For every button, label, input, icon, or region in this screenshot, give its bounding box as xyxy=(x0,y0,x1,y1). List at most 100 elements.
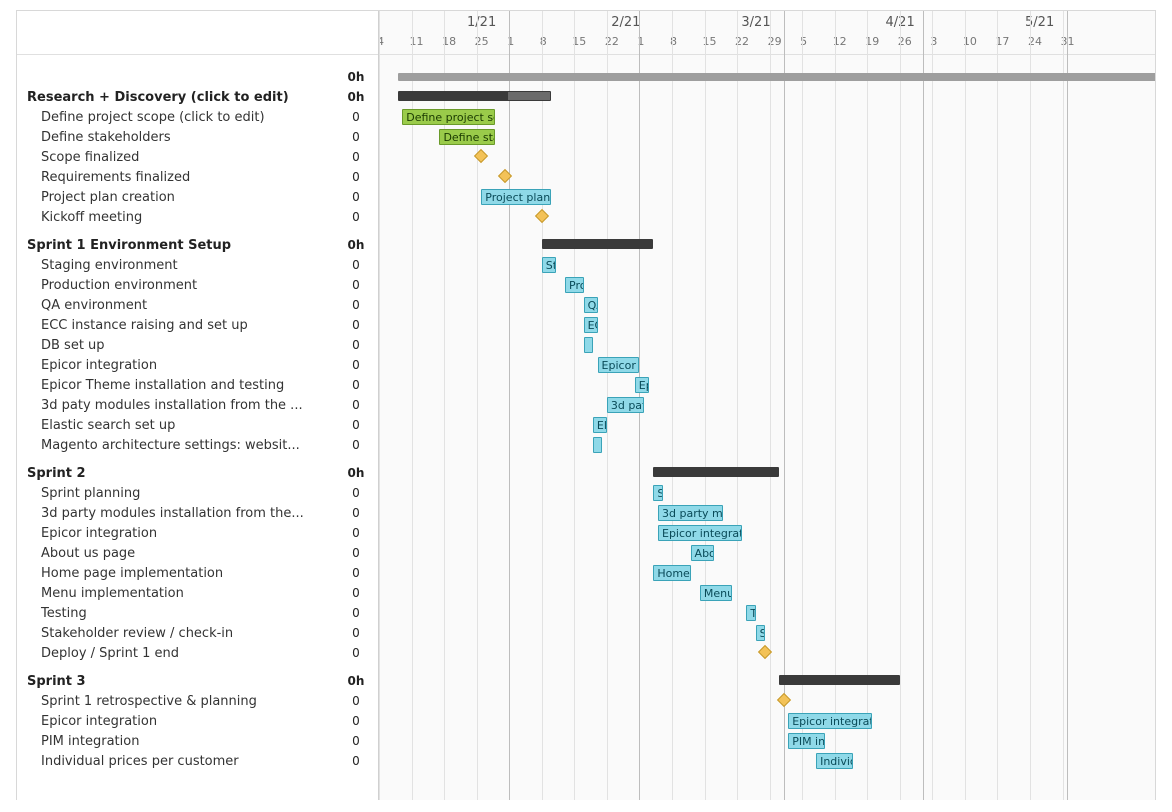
task-row[interactable]: DB set up0 xyxy=(17,335,378,355)
task-row[interactable]: Staging environment0 xyxy=(17,255,378,275)
task-row[interactable]: Scope finalized0 xyxy=(17,147,378,167)
timeline-panel[interactable]: 1/212/213/214/215/216/214111825181522181… xyxy=(379,11,1155,800)
task-bar[interactable]: Pro xyxy=(565,277,584,293)
task-row[interactable]: Define project scope (click to edit)0 xyxy=(17,107,378,127)
task-label[interactable]: Stakeholder review / check-in xyxy=(27,626,334,641)
task-row[interactable]: Elastic search set up0 xyxy=(17,415,378,435)
task-bar[interactable]: Define project scope ( xyxy=(402,109,495,125)
task-row[interactable]: Production environment0 xyxy=(17,275,378,295)
group-row[interactable]: 0h xyxy=(17,67,378,87)
task-bar[interactable]: Epicor integration xyxy=(658,525,742,541)
task-label[interactable]: Sprint 1 retrospective & planning xyxy=(27,694,334,709)
task-label[interactable]: Define project scope (click to edit) xyxy=(27,110,334,125)
task-label[interactable]: Kickoff meeting xyxy=(27,210,334,225)
task-row[interactable]: Kickoff meeting0 xyxy=(17,207,378,227)
milestone-icon[interactable] xyxy=(758,645,772,659)
task-label[interactable]: Production environment xyxy=(27,278,334,293)
task-bar[interactable]: Ep xyxy=(635,377,649,393)
task-row[interactable]: Project plan creation0 xyxy=(17,187,378,207)
task-row[interactable]: Magento architecture settings: websit...… xyxy=(17,435,378,455)
task-bar[interactable] xyxy=(593,437,602,453)
group-row[interactable]: Sprint 30h xyxy=(17,671,378,691)
task-row[interactable]: Sprint planning0 xyxy=(17,483,378,503)
task-label[interactable]: Magento architecture settings: websit... xyxy=(27,438,334,453)
task-label[interactable]: About us page xyxy=(27,546,334,561)
task-row[interactable]: Sprint 1 retrospective & planning0 xyxy=(17,691,378,711)
task-label[interactable]: Sprint 3 xyxy=(27,674,334,689)
task-bar[interactable]: Project plan cre xyxy=(481,189,551,205)
task-bar[interactable]: El xyxy=(593,417,607,433)
task-row[interactable]: Epicor integration0 xyxy=(17,355,378,375)
group-row[interactable]: Research + Discovery (click to edit)0h xyxy=(17,87,378,107)
task-bar[interactable] xyxy=(584,337,593,353)
task-label[interactable]: Epicor integration xyxy=(27,526,334,541)
milestone-icon[interactable] xyxy=(776,693,790,707)
task-bar[interactable]: QA xyxy=(584,297,598,313)
group-row[interactable]: Sprint 1 Environment Setup0h xyxy=(17,235,378,255)
task-row[interactable]: Requirements finalized0 xyxy=(17,167,378,187)
task-bar[interactable]: S xyxy=(756,625,765,641)
task-bar[interactable]: PIM int xyxy=(788,733,825,749)
task-label[interactable]: Home page implementation xyxy=(27,566,334,581)
task-bar[interactable]: Epicor integration xyxy=(788,713,872,729)
task-row[interactable]: Testing0 xyxy=(17,603,378,623)
task-bar[interactable]: EC xyxy=(584,317,598,333)
task-label[interactable]: Requirements finalized xyxy=(27,170,334,185)
group-summary-bar[interactable] xyxy=(653,467,779,477)
group-summary-bar[interactable] xyxy=(398,91,551,101)
task-row[interactable]: PIM integration0 xyxy=(17,731,378,751)
task-bar[interactable]: T xyxy=(746,605,755,621)
task-bar[interactable]: Define stake xyxy=(439,129,495,145)
task-bar[interactable]: Individu xyxy=(816,753,853,769)
task-row[interactable]: 3d paty modules installation from the ..… xyxy=(17,395,378,415)
task-row[interactable]: ECC instance raising and set up0 xyxy=(17,315,378,335)
group-summary-bar[interactable] xyxy=(542,239,654,249)
task-label[interactable]: Research + Discovery (click to edit) xyxy=(27,90,334,105)
task-label[interactable]: Epicor Theme installation and testing xyxy=(27,378,334,393)
milestone-icon[interactable] xyxy=(497,169,511,183)
task-label[interactable]: DB set up xyxy=(27,338,334,353)
task-row[interactable]: Epicor integration0 xyxy=(17,711,378,731)
task-row[interactable]: Individual prices per customer0 xyxy=(17,751,378,771)
task-row[interactable]: Menu implementation0 xyxy=(17,583,378,603)
task-label[interactable]: Individual prices per customer xyxy=(27,754,334,769)
task-label[interactable]: ECC instance raising and set up xyxy=(27,318,334,333)
task-row[interactable]: Stakeholder review / check-in0 xyxy=(17,623,378,643)
task-bar[interactable]: Menu i xyxy=(700,585,733,601)
task-row[interactable]: About us page0 xyxy=(17,543,378,563)
task-label[interactable]: PIM integration xyxy=(27,734,334,749)
task-row[interactable]: 3d party modules installation from the..… xyxy=(17,503,378,523)
task-bar[interactable]: 3d party modu xyxy=(658,505,723,521)
milestone-icon[interactable] xyxy=(474,149,488,163)
task-row[interactable]: Define stakeholders0 xyxy=(17,127,378,147)
task-label[interactable]: 3d paty modules installation from the ..… xyxy=(27,398,334,413)
task-label[interactable]: Testing xyxy=(27,606,334,621)
task-label[interactable]: QA environment xyxy=(27,298,334,313)
task-row[interactable]: Epicor Theme installation and testing0 xyxy=(17,375,378,395)
task-label[interactable]: Epicor integration xyxy=(27,358,334,373)
task-row[interactable]: Deploy / Sprint 1 end0 xyxy=(17,643,378,663)
task-bar[interactable]: St xyxy=(542,257,556,273)
task-row[interactable]: QA environment0 xyxy=(17,295,378,315)
overall-summary-bar[interactable] xyxy=(398,73,1155,81)
task-label[interactable]: Project plan creation xyxy=(27,190,334,205)
task-label[interactable]: Sprint 2 xyxy=(27,466,334,481)
group-row[interactable]: Sprint 20h xyxy=(17,463,378,483)
task-label[interactable]: Scope finalized xyxy=(27,150,334,165)
task-label[interactable]: 3d party modules installation from the..… xyxy=(27,506,334,521)
task-label[interactable]: Sprint 1 Environment Setup xyxy=(27,238,334,253)
task-bar[interactable]: S xyxy=(653,485,662,501)
task-row[interactable]: Home page implementation0 xyxy=(17,563,378,583)
task-label[interactable]: Menu implementation xyxy=(27,586,334,601)
task-label[interactable]: Staging environment xyxy=(27,258,334,273)
task-label[interactable]: Epicor integration xyxy=(27,714,334,729)
task-label[interactable]: Define stakeholders xyxy=(27,130,334,145)
task-label[interactable]: Sprint planning xyxy=(27,486,334,501)
task-bar[interactable]: Home p xyxy=(653,565,690,581)
group-summary-bar[interactable] xyxy=(779,675,900,685)
task-row[interactable]: Epicor integration0 xyxy=(17,523,378,543)
task-label[interactable]: Elastic search set up xyxy=(27,418,334,433)
task-bar[interactable]: Abo xyxy=(691,545,714,561)
task-bar[interactable]: Epicor in xyxy=(598,357,640,373)
task-label[interactable]: Deploy / Sprint 1 end xyxy=(27,646,334,661)
